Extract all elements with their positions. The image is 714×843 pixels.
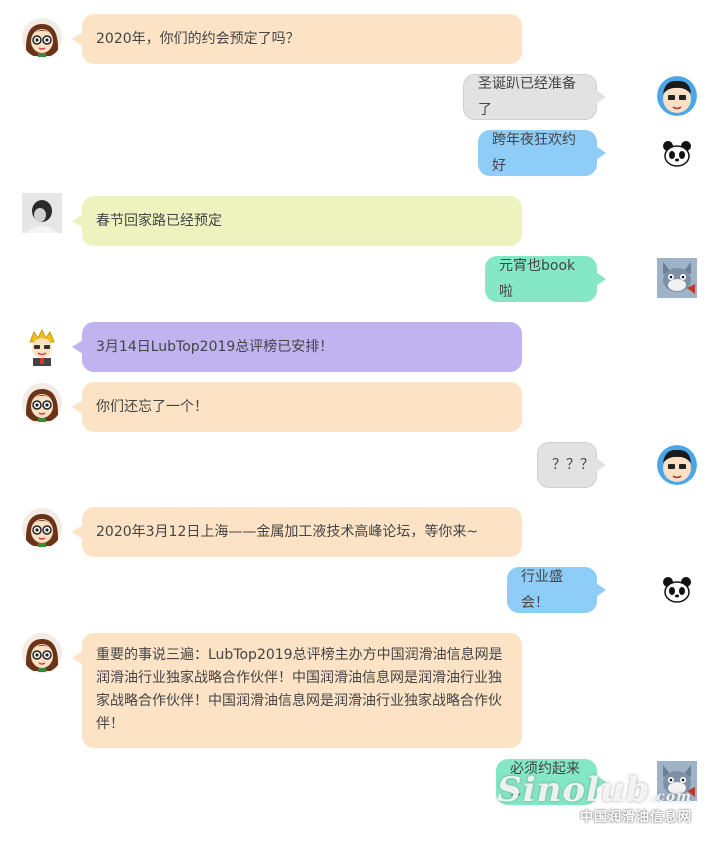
- bubble-tail: [72, 214, 83, 228]
- message-text: 2020年3月12日上海——金属加工液技术高峰论坛，等你来~: [96, 524, 479, 540]
- message-bubble: 2020年，你们的约会预定了吗？: [82, 14, 522, 64]
- chat-message-left: 2020年，你们的约会预定了吗？: [0, 14, 714, 64]
- chat-message-left: 春节回家路已经预定: [0, 193, 714, 246]
- cat-cartoon-avatar[interactable]: [657, 258, 697, 298]
- message-bubble: 3月14日LubTop2019总评榜已安排！: [82, 322, 522, 372]
- chat-message-left: 重要的事说三遍：LubTop2019总评榜主办方中国润滑油信息网是润滑油行业独家…: [0, 633, 714, 748]
- message-bubble: 你们还忘了一个！: [82, 382, 522, 432]
- bubble-tail: [596, 458, 606, 472]
- bubble-tail: [72, 525, 83, 539]
- bubble-tail: [72, 340, 83, 354]
- message-text: 元宵也book啦: [499, 258, 576, 300]
- message-bubble: 行业盛会！: [507, 567, 597, 613]
- message-text: 跨年夜狂欢约好: [492, 132, 576, 174]
- chat-message-left: 你们还忘了一个！: [0, 382, 714, 432]
- message-text: 行业盛会！: [521, 569, 563, 611]
- girl-glasses-avatar[interactable]: [22, 18, 62, 58]
- bubble-tail: [72, 32, 83, 46]
- chat-message-right: 元宵也book啦: [0, 256, 714, 302]
- bubble-tail: [596, 90, 606, 104]
- watermark-logo: Sinolub.com: [497, 770, 692, 810]
- message-bubble: 重要的事说三遍：LubTop2019总评榜主办方中国润滑油信息网是润滑油行业独家…: [82, 633, 522, 748]
- chat-message-right: ？？？: [0, 442, 714, 488]
- message-bubble: 圣诞趴已经准备了: [463, 74, 597, 120]
- blonde-boy-avatar[interactable]: [22, 326, 62, 366]
- bubble-tail: [72, 400, 83, 414]
- message-bubble: 元宵也book啦: [485, 256, 597, 302]
- photo-avatar[interactable]: [22, 193, 62, 233]
- boy-cartoon-avatar[interactable]: [657, 76, 697, 116]
- message-text: 春节回家路已经预定: [96, 213, 222, 229]
- panda-avatar[interactable]: [657, 570, 697, 610]
- message-text: 你们还忘了一个！: [96, 399, 208, 415]
- bubble-tail: [596, 583, 606, 597]
- watermark: Sinolub.com 中国润滑油信息网: [497, 770, 692, 825]
- panda-avatar[interactable]: [657, 134, 697, 174]
- message-bubble: 跨年夜狂欢约好: [478, 130, 597, 176]
- message-bubble: ？？？: [537, 442, 597, 488]
- bubble-tail: [72, 651, 83, 665]
- girl-glasses-avatar[interactable]: [22, 508, 62, 548]
- message-text: ？？？: [552, 457, 594, 473]
- girl-glasses-avatar[interactable]: [22, 383, 62, 423]
- message-text: 重要的事说三遍：LubTop2019总评榜主办方中国润滑油信息网是润滑油行业独家…: [96, 647, 503, 732]
- boy-cartoon-avatar[interactable]: [657, 445, 697, 485]
- chat-message-right: 圣诞趴已经准备了: [0, 74, 714, 120]
- message-bubble: 2020年3月12日上海——金属加工液技术高峰论坛，等你来~: [82, 507, 522, 557]
- message-text: 2020年，你们的约会预定了吗？: [96, 31, 300, 47]
- girl-glasses-avatar[interactable]: [22, 633, 62, 673]
- chat-message-left: 3月14日LubTop2019总评榜已安排！: [0, 322, 714, 372]
- bubble-tail: [596, 272, 606, 286]
- bubble-tail: [596, 146, 606, 160]
- chat-message-left: 2020年3月12日上海——金属加工液技术高峰论坛，等你来~: [0, 507, 714, 557]
- message-bubble: 春节回家路已经预定: [82, 196, 522, 246]
- chat-message-right: 跨年夜狂欢约好: [0, 130, 714, 176]
- message-text: 圣诞趴已经准备了: [478, 76, 576, 118]
- message-text: 3月14日LubTop2019总评榜已安排！: [96, 339, 334, 355]
- chat-message-right: 行业盛会！: [0, 567, 714, 613]
